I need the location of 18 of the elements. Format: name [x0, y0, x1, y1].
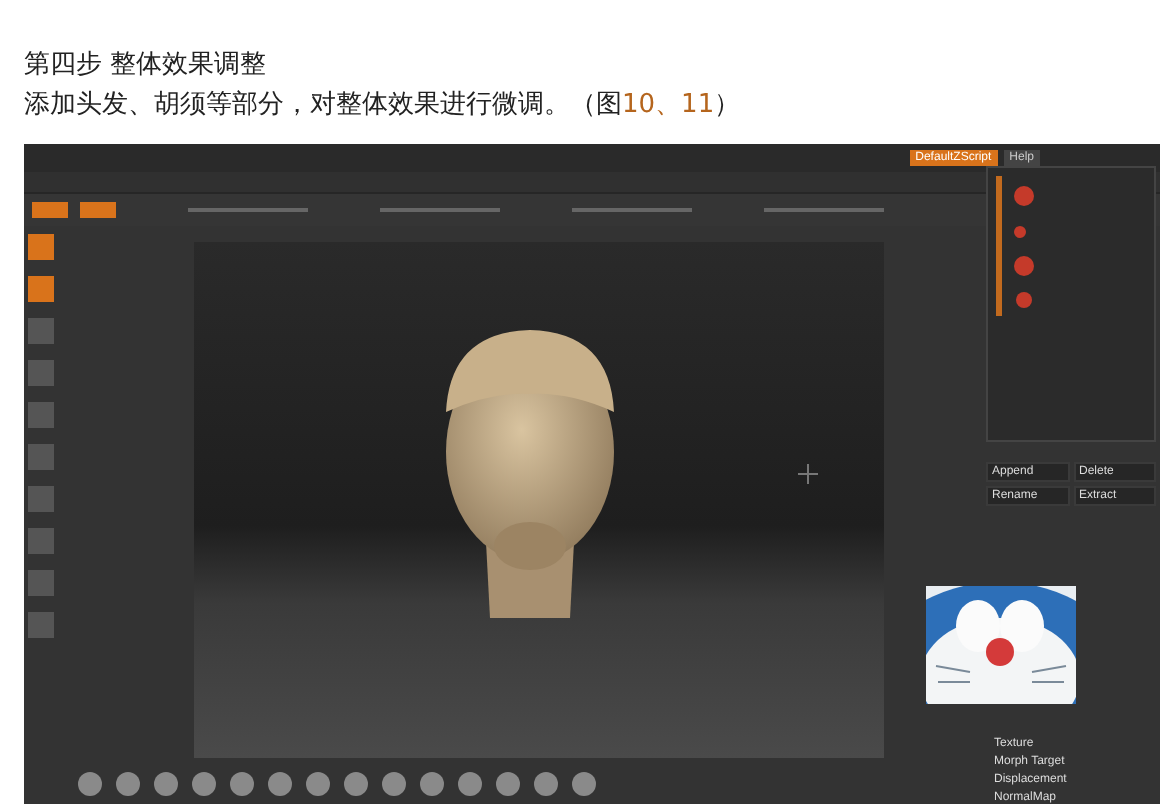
tool-icon[interactable] — [28, 234, 54, 260]
mode-toggle-icon[interactable] — [32, 202, 68, 218]
article-heading: 第四步 整体效果调整 — [24, 48, 267, 82]
tool-icon[interactable] — [28, 486, 54, 512]
subtool-thumbnails-drawing — [996, 176, 1036, 316]
tool-icon[interactable] — [28, 276, 54, 302]
article-paragraph: 添加头发、胡须等部分，对整体效果进行微调。（图10、11） — [24, 88, 741, 122]
tool-icon[interactable] — [28, 570, 54, 596]
tool-icon[interactable] — [28, 318, 54, 344]
subtool-list[interactable] — [986, 166, 1156, 442]
tool-icon[interactable] — [28, 444, 54, 470]
tool-icon[interactable] — [28, 402, 54, 428]
tool-icon[interactable] — [28, 360, 54, 386]
crosshair-icon — [798, 458, 818, 478]
figure-link[interactable]: 10、11 — [622, 90, 715, 120]
mode-toggle-icon[interactable] — [80, 202, 116, 218]
tool-icon[interactable] — [28, 528, 54, 554]
tool-icon[interactable] — [28, 612, 54, 638]
